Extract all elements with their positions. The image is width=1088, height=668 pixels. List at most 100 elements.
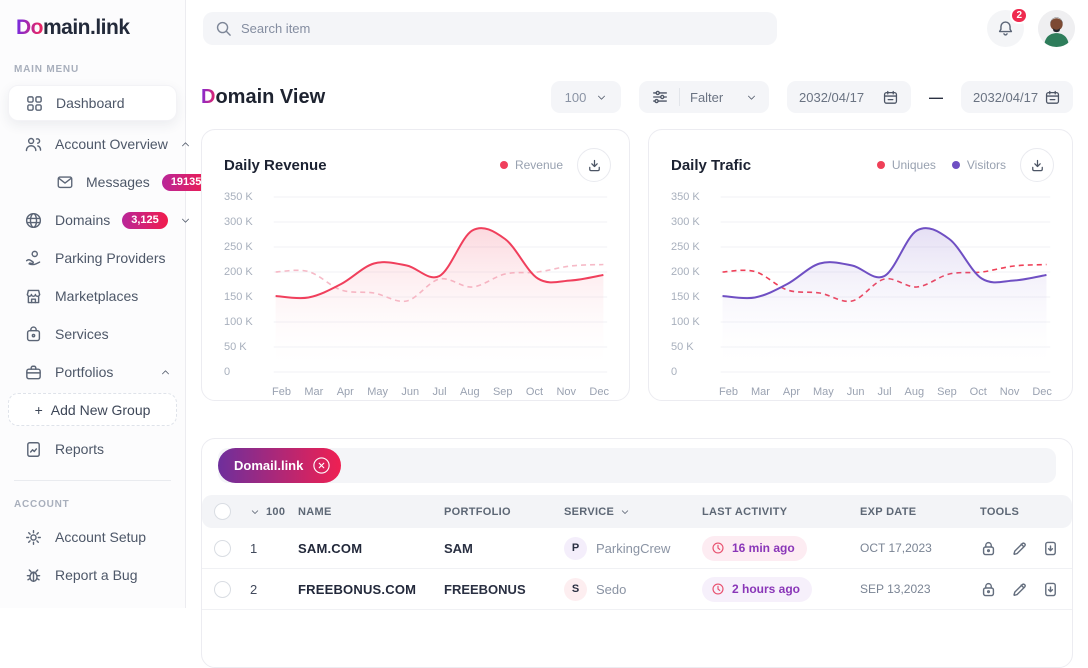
notification-count-badge: 2 <box>1010 7 1028 24</box>
filter-dropdown[interactable]: Falter <box>639 81 769 113</box>
x-axis-tick: Aug <box>460 386 480 398</box>
x-axis-tick: Nov <box>1000 386 1020 398</box>
date-to-value: 2032/04/17 <box>973 90 1038 105</box>
filter-tag-domail-link[interactable]: Domail.link <box>218 448 341 483</box>
column-header-service[interactable]: SERVICE <box>564 506 702 518</box>
column-header-tools: TOOLS <box>980 506 1072 518</box>
date-range-separator: — <box>929 89 943 105</box>
sidebar-item-report-a-bug[interactable]: Report a Bug <box>0 558 185 592</box>
calendar-icon <box>882 89 899 106</box>
x-axis-tick: Jun <box>847 386 865 398</box>
chevron-down-icon <box>620 507 630 517</box>
sidebar-item-portfolios[interactable]: Portfolios <box>0 355 185 389</box>
sidebar-item-account-setup[interactable]: Account Setup <box>0 520 185 554</box>
domain-name: FREEBONUS.COM <box>298 582 444 597</box>
avatar[interactable] <box>1038 10 1075 47</box>
sidebar-item-label: Account Setup <box>55 529 171 545</box>
page-size-value: 100 <box>565 90 587 105</box>
table-row: 1 SAM.COM SAM P ParkingCrew 16 min ago O… <box>202 528 1072 569</box>
x-axis-tick: Oct <box>526 386 543 398</box>
y-axis-tick: 100 K <box>224 316 253 328</box>
account-section-label: ACCOUNT <box>14 499 185 510</box>
legend-label: Visitors <box>967 158 1006 172</box>
domains-count-badge: 3,125 <box>122 212 168 229</box>
sidebar-item-label: Account Overview <box>55 136 168 152</box>
app-logo: Domain.link <box>0 16 185 40</box>
column-header-name: NAME <box>298 506 444 518</box>
file-download-icon[interactable] <box>1042 540 1059 557</box>
last-activity-cell: 2 hours ago <box>702 577 860 602</box>
select-all-checkbox[interactable] <box>214 503 231 520</box>
y-axis-tick: 150 K <box>671 291 700 303</box>
service-initial-badge: S <box>564 578 587 601</box>
sidebar-item-label: Messages <box>86 174 150 190</box>
service-initial-badge: P <box>564 537 587 560</box>
sidebar-item-dashboard[interactable]: Dashboard <box>8 85 177 121</box>
sidebar-item-domains[interactable]: Domains 3,125 <box>0 203 185 237</box>
logo-rest-text: main.link <box>43 16 130 39</box>
file-download-icon[interactable] <box>1042 581 1059 598</box>
sidebar-item-services[interactable]: Services <box>0 317 185 351</box>
sidebar-item-account-overview[interactable]: Account Overview <box>0 127 185 161</box>
lock-icon[interactable] <box>980 581 997 598</box>
gear-icon <box>24 528 43 547</box>
edit-pencil-icon[interactable] <box>1011 540 1028 557</box>
row-checkbox[interactable] <box>214 540 231 557</box>
column-header-exp-date: EXP DATE <box>860 506 980 518</box>
portfolio-name: SAM <box>444 541 564 556</box>
sidebar-item-label: Domains <box>55 212 110 228</box>
service-name: ParkingCrew <box>596 541 670 556</box>
sidebar-item-label: Parking Providers <box>55 250 171 266</box>
table-page-size[interactable]: 100 <box>250 506 298 518</box>
download-icon <box>587 158 602 173</box>
store-icon <box>24 287 43 306</box>
row-checkbox[interactable] <box>214 581 231 598</box>
daily-trafic-chart-card: Daily Trafic Uniques Visitors 350 K300 K… <box>648 129 1073 401</box>
x-axis-labels: FebMarAprMayJunJulAugSepOctNovDec <box>671 382 1054 398</box>
y-axis-tick: 200 K <box>671 266 700 278</box>
sidebar-item-reports[interactable]: Reports <box>0 432 185 466</box>
y-axis-labels: 350 K300 K250 K200 K150 K100 K50 K0 <box>224 192 268 382</box>
mail-icon <box>56 173 74 191</box>
y-axis-tick: 250 K <box>224 241 253 253</box>
exp-date: OCT 17,2023 <box>860 541 980 555</box>
domains-table-card: Domail.link 100 NAME PORTFOLIO SERVICE L… <box>201 438 1073 668</box>
date-from-picker[interactable]: 2032/04/17 <box>787 81 911 113</box>
sidebar-item-label: Reports <box>55 441 171 457</box>
chevron-down-icon <box>250 507 260 517</box>
column-header-portfolio: PORTFOLIO <box>444 506 564 518</box>
logo-accent-text: Do <box>16 16 43 39</box>
lock-icon[interactable] <box>980 540 997 557</box>
y-axis-tick: 0 <box>224 366 230 378</box>
sidebar-item-marketplaces[interactable]: Marketplaces <box>0 279 185 313</box>
column-header-last-activity: LAST ACTIVITY <box>702 506 860 518</box>
download-button[interactable] <box>577 148 611 182</box>
active-filters-bar: Domail.link <box>218 448 1056 483</box>
sidebar-item-messages[interactable]: Messages 19135 <box>0 165 185 199</box>
legend-dot <box>500 161 508 169</box>
chevron-down-icon <box>746 92 757 103</box>
page-title-rest: omain View <box>215 86 325 108</box>
search-input[interactable] <box>241 21 765 36</box>
edit-pencil-icon[interactable] <box>1011 581 1028 598</box>
report-icon <box>24 440 43 459</box>
legend-dot <box>952 161 960 169</box>
add-new-group-button[interactable]: + Add New Group <box>8 393 177 426</box>
filter-label: Falter <box>690 90 736 105</box>
sidebar-item-parking-providers[interactable]: Parking Providers <box>0 241 185 275</box>
page-size-select[interactable]: 100 <box>551 81 621 113</box>
legend-item-uniques: Uniques <box>877 158 936 172</box>
legend-item-revenue: Revenue <box>500 158 563 172</box>
download-button[interactable] <box>1020 148 1054 182</box>
y-axis-tick: 150 K <box>224 291 253 303</box>
notifications-button[interactable]: 2 <box>987 10 1024 47</box>
date-to-picker[interactable]: 2032/04/17 <box>961 81 1073 113</box>
page-title: Domain View <box>201 86 325 109</box>
search-bar[interactable] <box>203 12 777 45</box>
add-group-label: Add New Group <box>51 402 151 418</box>
hand-coin-icon <box>24 249 43 268</box>
x-axis-tick: Dec <box>1032 386 1052 398</box>
close-icon[interactable] <box>312 456 331 475</box>
vertical-divider <box>679 88 680 106</box>
table-row: 2 FREEBONUS.COM FREEBONUS S Sedo 2 hours… <box>202 569 1072 610</box>
